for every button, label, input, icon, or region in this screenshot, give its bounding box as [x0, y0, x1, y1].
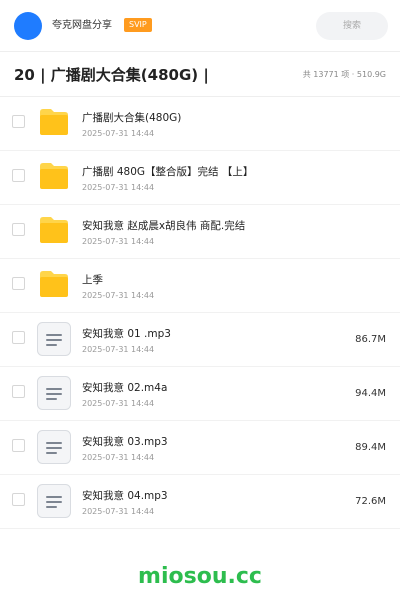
- file-summary: 共 13771 项 · 510.9G: [302, 70, 386, 79]
- row-checkbox[interactable]: [12, 385, 25, 398]
- file-name[interactable]: 安知我意 04.mp3: [82, 489, 168, 503]
- row-checkbox[interactable]: [12, 223, 25, 236]
- file-row[interactable]: 安知我意 02.m4a 2025-07-31 14:44 94.4M: [0, 367, 400, 421]
- row-checkbox[interactable]: [12, 493, 25, 506]
- file-size: 89.4M: [355, 442, 386, 453]
- header: 夸克网盘分享 SVIP: [0, 0, 400, 52]
- file-date: 2025-07-31 14:44: [82, 237, 155, 246]
- file-date: 2025-07-31 14:44: [82, 345, 155, 354]
- row-checkbox[interactable]: [12, 277, 25, 290]
- row-checkbox[interactable]: [12, 115, 25, 128]
- watermark: miosou.cc: [138, 564, 262, 589]
- page-title: 20 | 广播剧大合集(480G) |: [14, 66, 209, 84]
- file-row[interactable]: 广播剧大合集(480G) 2025-07-31 14:44: [0, 97, 400, 151]
- row-checkbox[interactable]: [12, 169, 25, 182]
- avatar[interactable]: [14, 12, 42, 40]
- row-checkbox[interactable]: [12, 331, 25, 344]
- document-icon: [37, 322, 71, 356]
- document-icon: [37, 484, 71, 518]
- file-name[interactable]: 上季: [82, 273, 103, 287]
- document-icon: [37, 430, 71, 464]
- user-name[interactable]: 夸克网盘分享: [52, 19, 112, 33]
- folder-icon: [40, 109, 68, 135]
- file-date: 2025-07-31 14:44: [82, 183, 155, 192]
- file-list: 广播剧大合集(480G) 2025-07-31 14:44 广播剧 480G【整…: [0, 97, 400, 529]
- search-input[interactable]: [316, 12, 388, 40]
- file-date: 2025-07-31 14:44: [82, 129, 155, 138]
- file-row[interactable]: 安知我意 04.mp3 2025-07-31 14:44 72.6M: [0, 475, 400, 529]
- folder-icon: [40, 271, 68, 297]
- file-size: 86.7M: [355, 334, 386, 345]
- file-row[interactable]: 广播剧 480G【整合版】完结 【上】 2025-07-31 14:44: [0, 151, 400, 205]
- file-size: 72.6M: [355, 496, 386, 507]
- file-date: 2025-07-31 14:44: [82, 453, 155, 462]
- file-name[interactable]: 安知我意 赵成晨x胡良伟 商配.完结: [82, 219, 245, 233]
- file-date: 2025-07-31 14:44: [82, 507, 155, 516]
- document-icon: [37, 376, 71, 410]
- title-bar: 20 | 广播剧大合集(480G) | 共 13771 项 · 510.9G: [0, 52, 400, 97]
- file-row[interactable]: 上季 2025-07-31 14:44: [0, 259, 400, 313]
- file-row[interactable]: 安知我意 03.mp3 2025-07-31 14:44 89.4M: [0, 421, 400, 475]
- file-name[interactable]: 安知我意 02.m4a: [82, 381, 167, 395]
- folder-icon: [40, 217, 68, 243]
- folder-icon: [40, 163, 68, 189]
- file-name[interactable]: 安知我意 03.mp3: [82, 435, 168, 449]
- file-name[interactable]: 广播剧 480G【整合版】完结 【上】: [82, 165, 253, 179]
- file-size: 94.4M: [355, 388, 386, 399]
- file-date: 2025-07-31 14:44: [82, 291, 155, 300]
- file-date: 2025-07-31 14:44: [82, 399, 155, 408]
- file-name[interactable]: 广播剧大合集(480G): [82, 111, 181, 125]
- row-checkbox[interactable]: [12, 439, 25, 452]
- file-name[interactable]: 安知我意 01 .mp3: [82, 327, 171, 341]
- svip-badge: SVIP: [124, 18, 152, 32]
- file-row[interactable]: 安知我意 赵成晨x胡良伟 商配.完结 2025-07-31 14:44: [0, 205, 400, 259]
- file-row[interactable]: 安知我意 01 .mp3 2025-07-31 14:44 86.7M: [0, 313, 400, 367]
